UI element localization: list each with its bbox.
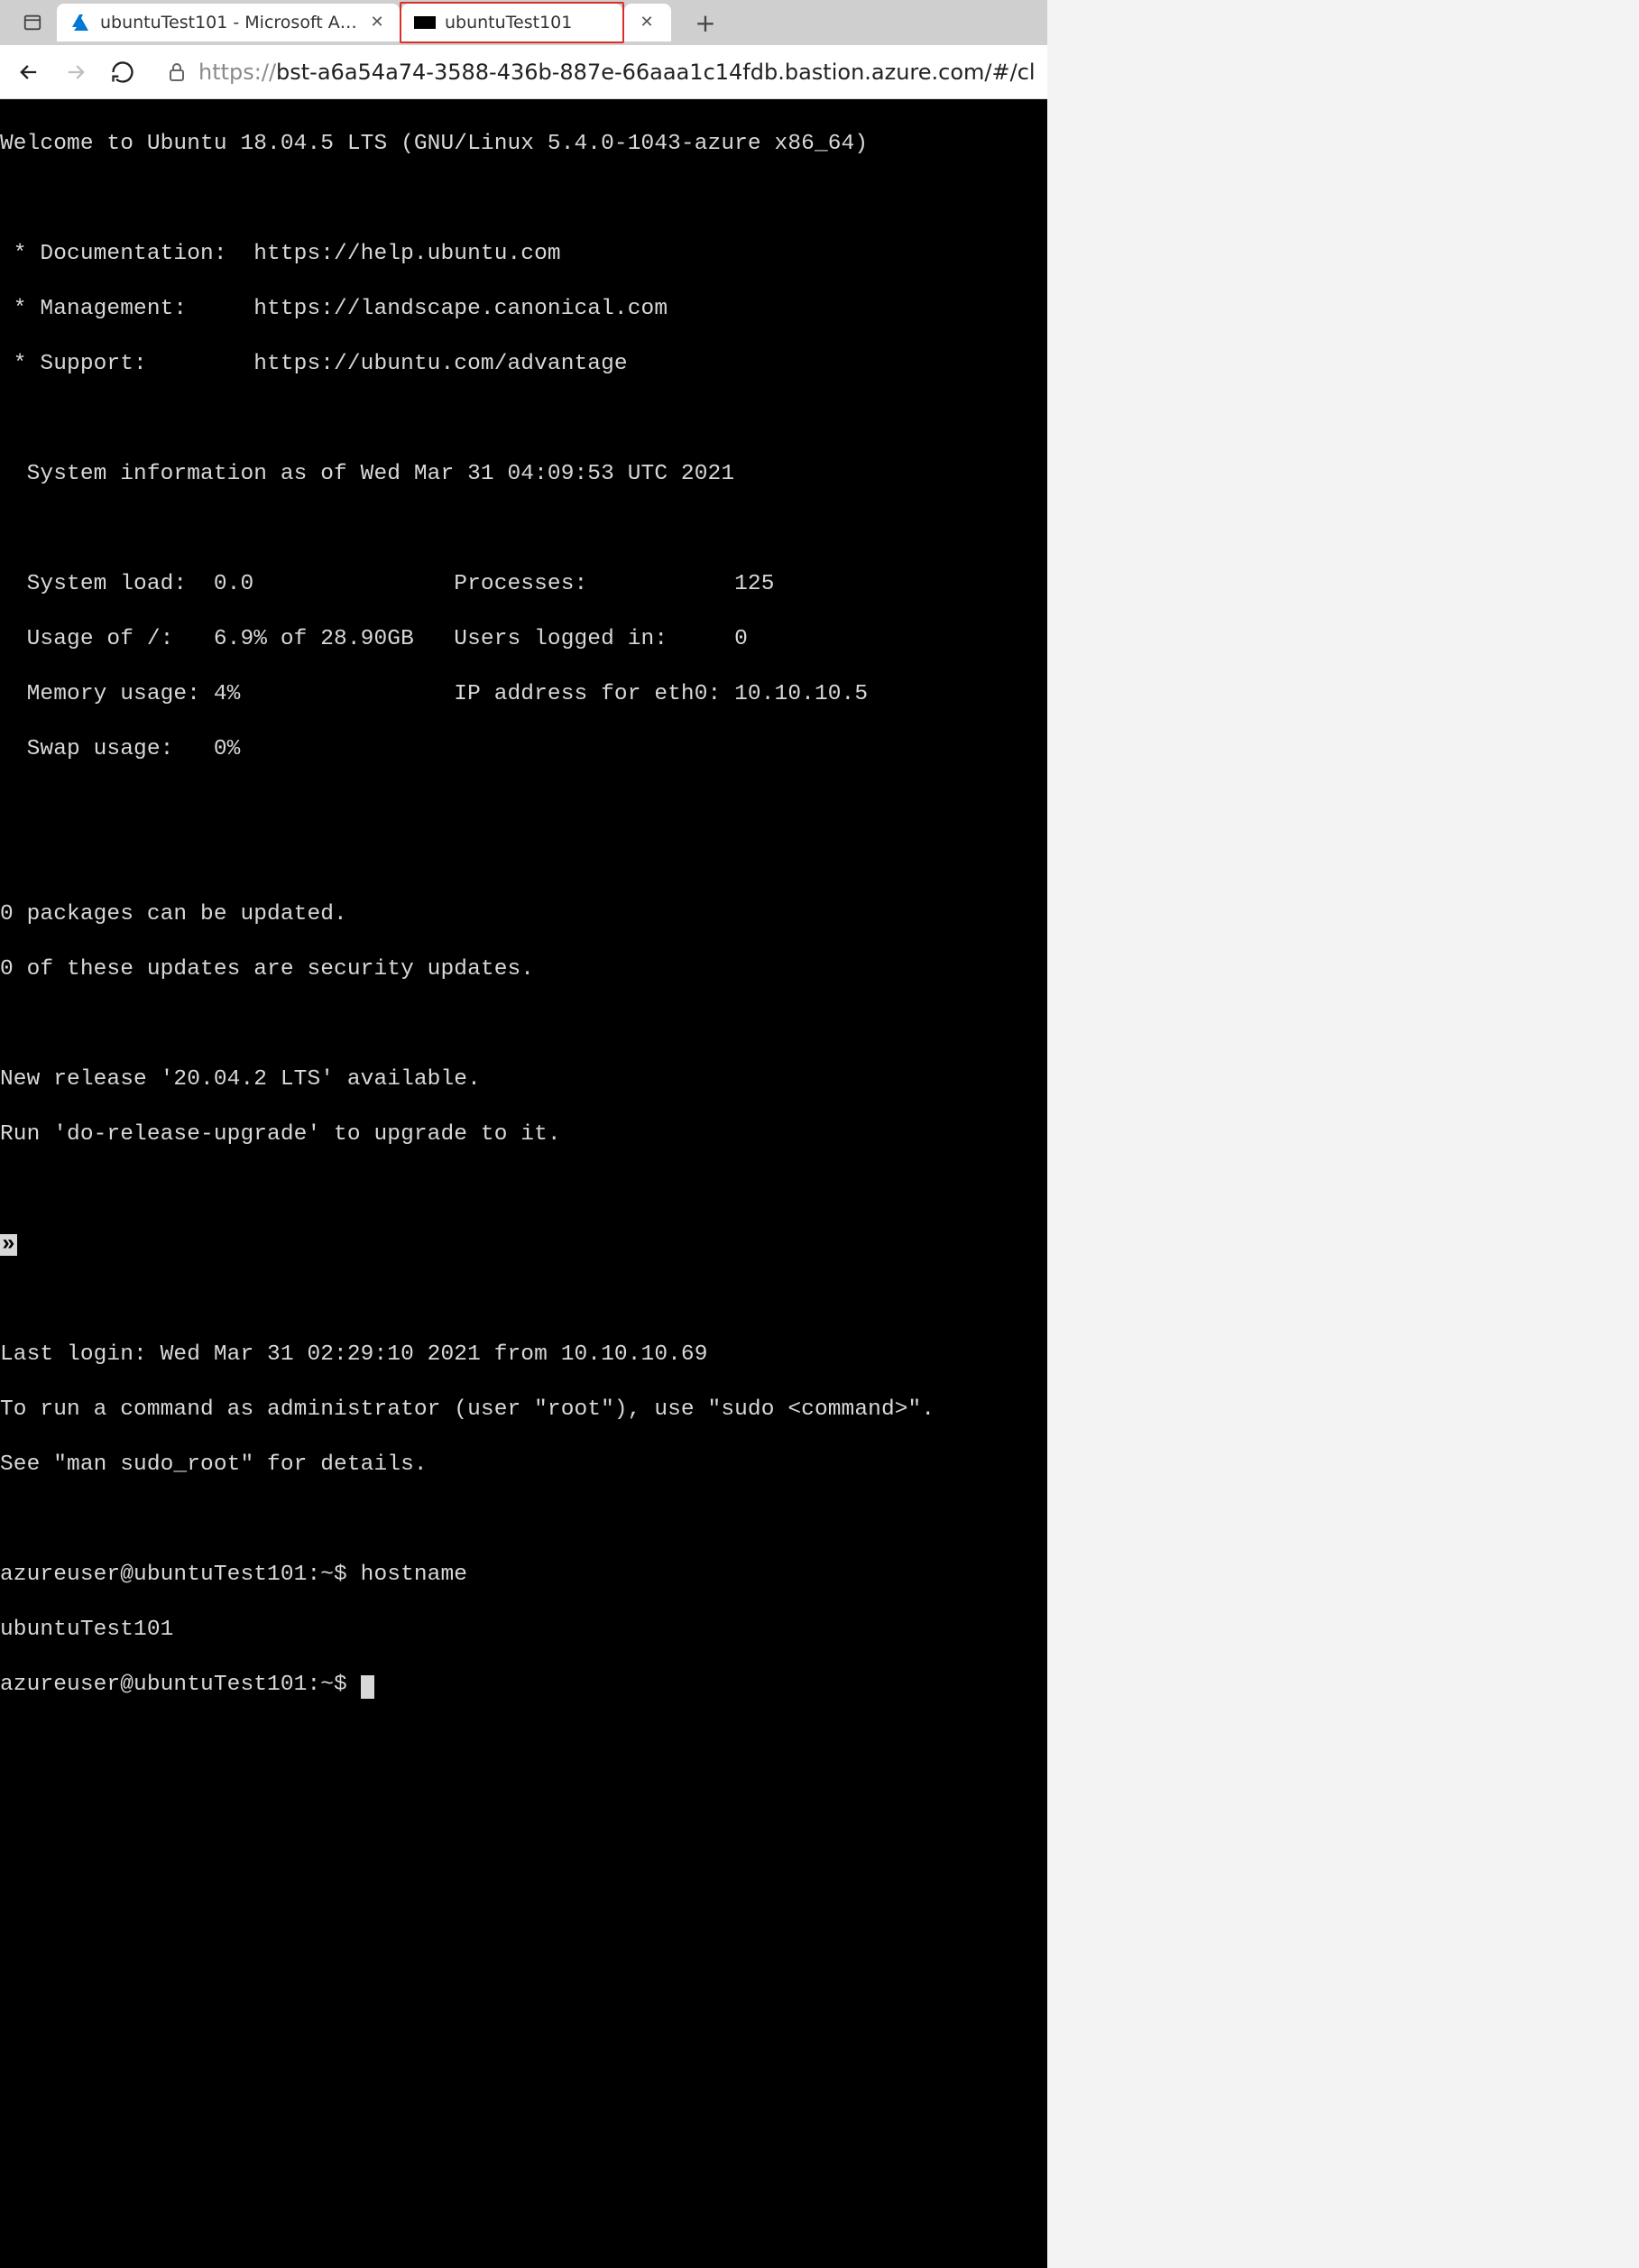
browser-chrome: ubuntuTest101 - Microsoft Azure ✕ ubuntu… — [0, 0, 1047, 99]
sudo-notice-line: See "man sudo_root" for details. — [0, 1452, 1047, 1480]
motd-line — [0, 1176, 1047, 1204]
motd-line: * Documentation: https://help.ubuntu.com — [0, 241, 1047, 269]
motd-line: System information as of Wed Mar 31 04:0… — [0, 461, 1047, 489]
motd-line — [0, 406, 1047, 434]
tab-title: ubuntuTest101 — [445, 13, 610, 32]
updates-line: 0 of these updates are security updates. — [0, 956, 1047, 984]
motd-line: * Management: https://landscape.canonica… — [0, 296, 1047, 324]
tab-title: ubuntuTest101 - Microsoft Azure — [100, 13, 358, 32]
sudo-notice-line: To run a command as administrator (user … — [0, 1397, 1047, 1424]
tab-actions-icon[interactable] — [7, 5, 57, 41]
expand-marker[interactable]: » — [0, 1231, 1047, 1259]
motd-line: Welcome to Ubuntu 18.04.5 LTS (GNU/Linux… — [0, 131, 1047, 159]
command-output-line: ubuntuTest101 — [0, 1617, 1047, 1645]
tab-strip: ubuntuTest101 - Microsoft Azure ✕ ubuntu… — [0, 0, 1047, 45]
back-button[interactable] — [16, 59, 41, 86]
new-tab-button[interactable]: + — [687, 5, 723, 41]
motd-line — [0, 1286, 1047, 1314]
last-login-line: Last login: Wed Mar 31 02:29:10 2021 fro… — [0, 1341, 1047, 1369]
refresh-button[interactable] — [110, 59, 135, 86]
release-line: Run 'do-release-upgrade' to upgrade to i… — [0, 1121, 1047, 1149]
motd-line: * Support: https://ubuntu.com/advantage — [0, 351, 1047, 379]
forward-button[interactable] — [63, 59, 88, 86]
azure-icon — [69, 14, 91, 31]
active-tab-highlight: ubuntuTest101 — [400, 2, 624, 43]
tab-bastion-tail[interactable]: ✕ — [624, 4, 671, 41]
cursor — [361, 1675, 374, 1699]
motd-line — [0, 1011, 1047, 1039]
sysinfo-line: System load: 0.0 Processes: 125 — [0, 571, 1047, 599]
motd-line — [0, 846, 1047, 874]
shell-prompt-line[interactable]: azureuser@ubuntuTest101:~$ — [0, 1672, 1047, 1700]
shell-prompt-line: azureuser@ubuntuTest101:~$ hostname — [0, 1562, 1047, 1590]
lock-icon — [168, 61, 186, 83]
updates-line: 0 packages can be updated. — [0, 901, 1047, 929]
terminal-output[interactable]: Welcome to Ubuntu 18.04.5 LTS (GNU/Linux… — [0, 99, 1047, 2268]
tab-bastion-session[interactable]: ubuntuTest101 — [401, 4, 622, 41]
sysinfo-line: Swap usage: 0% — [0, 736, 1047, 764]
motd-line — [0, 516, 1047, 544]
release-line: New release '20.04.2 LTS' available. — [0, 1066, 1047, 1094]
sysinfo-line: Memory usage: 4% IP address for eth0: 10… — [0, 681, 1047, 709]
motd-line — [0, 791, 1047, 819]
address-bar[interactable]: https://bst-a6a54a74-3588-436b-887e-66aa… — [157, 60, 1036, 85]
motd-line — [0, 1507, 1047, 1535]
terminal-icon — [414, 14, 436, 31]
close-icon[interactable]: ✕ — [637, 13, 657, 32]
url-text: https://bst-a6a54a74-3588-436b-887e-66aa… — [198, 60, 1036, 85]
sysinfo-line: Usage of /: 6.9% of 28.90GB Users logged… — [0, 626, 1047, 654]
browser-toolbar: https://bst-a6a54a74-3588-436b-887e-66aa… — [0, 45, 1047, 99]
tab-azure-portal[interactable]: ubuntuTest101 - Microsoft Azure ✕ — [57, 4, 400, 41]
motd-line — [0, 186, 1047, 214]
close-icon[interactable]: ✕ — [367, 13, 387, 32]
